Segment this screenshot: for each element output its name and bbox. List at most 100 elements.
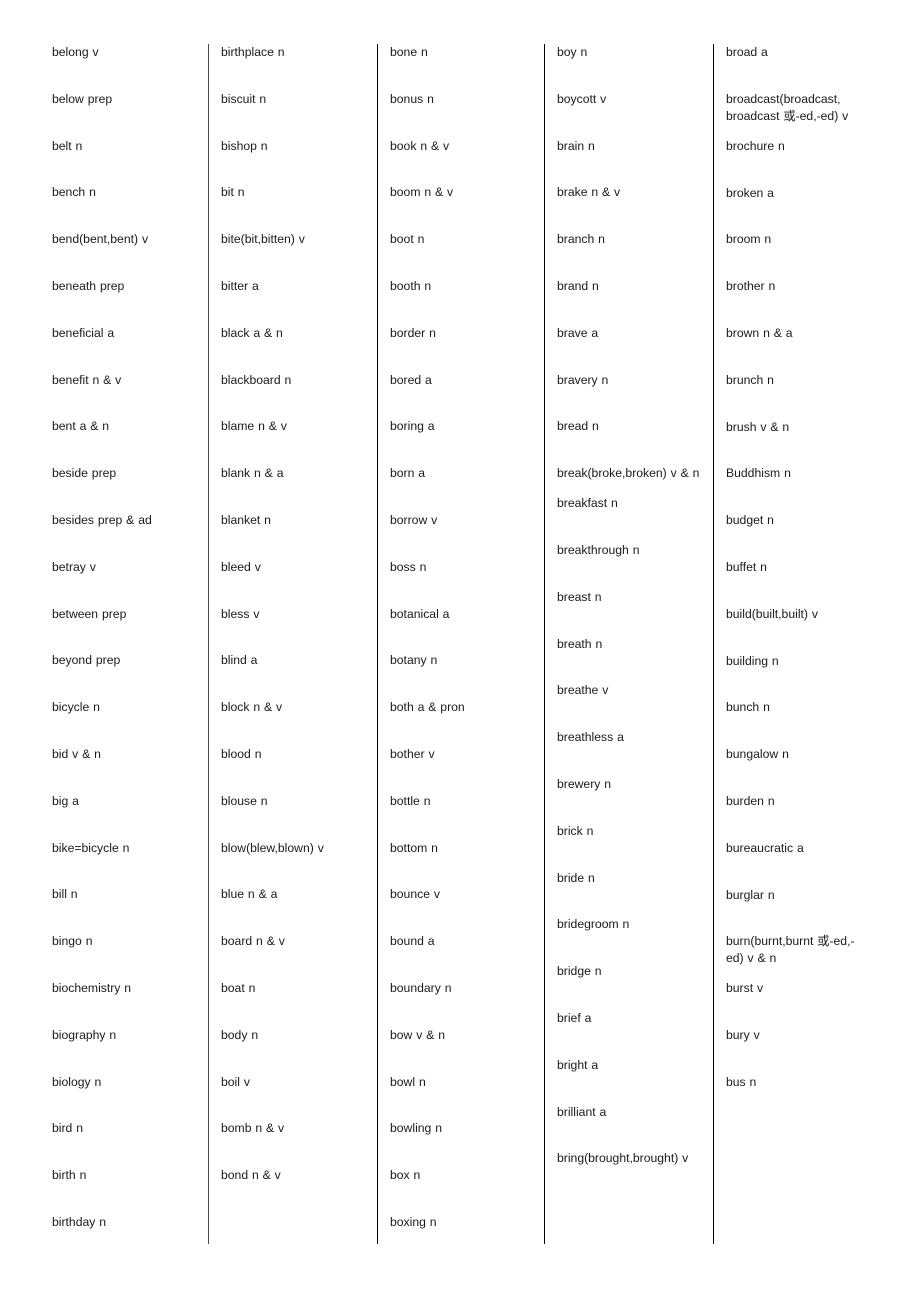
vocabulary-entry: blouse n (221, 793, 268, 808)
vocabulary-entry: bicycle n (52, 700, 100, 715)
vocabulary-entry: board n & v (221, 934, 285, 949)
vocabulary-entry: broadcast(broadcast, broadcast 或-ed,-ed)… (726, 91, 849, 123)
vocabulary-entry: bounce v (390, 887, 440, 902)
vocabulary-entry: bit n (221, 185, 245, 200)
vocabulary-entry: bother v (390, 746, 435, 761)
vocabulary-entry: boycott v (557, 91, 607, 106)
vocabulary-entry: bureaucratic a (726, 840, 804, 855)
vocabulary-entry: boot n (390, 232, 425, 247)
vocabulary-entry: bill n (52, 887, 78, 902)
vocabulary-entry: blood n (221, 746, 262, 761)
vocabulary-entry: brain n (557, 138, 595, 153)
vocabulary-entry: brown n & a (726, 325, 793, 340)
vocabulary-entry: boat n (221, 980, 256, 995)
vocabulary-column-5: broad a broadcast(broadcast, broadcast 或-… (714, 44, 880, 1261)
vocabulary-entry: both a & pron (390, 700, 465, 715)
vocabulary-entry: bread n (557, 419, 599, 434)
vocabulary-entry: biology n (52, 1074, 102, 1089)
vocabulary-entry: bride n (557, 870, 595, 885)
vocabulary-entry: burglar n (726, 887, 775, 902)
vocabulary-entry: bridegroom n (557, 917, 630, 932)
vocabulary-entry: birthday n (52, 1214, 107, 1229)
vocabulary-entry: brick n (557, 823, 594, 838)
vocabulary-table: belong v below prep belt n bench n bend(bent… (40, 44, 880, 1261)
vocabulary-entry: bent a & n (52, 419, 110, 434)
vocabulary-entry: birth n (52, 1168, 87, 1183)
vocabulary-entry: bravery n (557, 372, 609, 387)
vocabulary-entry: boundary n (390, 980, 452, 995)
vocabulary-entry: book n & v (390, 138, 450, 153)
vocabulary-entry: bonus n (390, 91, 434, 106)
vocabulary-entry: broad a (726, 45, 768, 59)
vocabulary-entry: bend(bent,bent) v (52, 232, 149, 247)
vocabulary-entry: breathless a (557, 730, 624, 745)
vocabulary-entry: black a & n (221, 325, 283, 340)
vocabulary-entry: brother n (726, 279, 776, 294)
vocabulary-entry: bike=bicycle n (52, 840, 130, 855)
word-list-3: bone n bonus n book n & v boom n & v boot n b… (378, 44, 544, 1231)
vocabulary-entry: breath n (557, 636, 603, 651)
vocabulary-entry: brake n & v (557, 185, 621, 200)
vocabulary-column-4: boy n boycott v brain n brake n & v branch n… (545, 44, 713, 1261)
vocabulary-entry: bond n & v (221, 1168, 281, 1183)
vocabulary-entry: biochemistry n (52, 980, 132, 995)
vocabulary-entry: bomb n & v (221, 1121, 285, 1136)
vocabulary-entry: burn(burnt,burnt 或-ed,-ed) v & n (726, 934, 855, 966)
vocabulary-entry: blind a (221, 653, 258, 668)
vocabulary-entry: boring a (390, 419, 435, 434)
vocabulary-entry: build(built,built) v (726, 606, 818, 621)
vocabulary-entry: brewery n (557, 776, 612, 791)
vocabulary-entry: bleed v (221, 559, 261, 574)
vocabulary-entry: blanket n (221, 512, 271, 527)
vocabulary-entry: bungalow n (726, 747, 789, 762)
vocabulary-entry: broken a (726, 185, 774, 200)
vocabulary-entry: between prep (52, 606, 127, 621)
vocabulary-entry: brunch n (726, 372, 774, 387)
vocabulary-entry: bunch n (726, 700, 770, 715)
vocabulary-entry: buffet n (726, 559, 767, 574)
vocabulary-entry: bone n (390, 45, 428, 59)
vocabulary-entry: birthplace n (221, 45, 285, 59)
vocabulary-entry: breakthrough n (557, 542, 640, 557)
vocabulary-entry: brush v & n (726, 419, 790, 434)
vocabulary-entry: borrow v (390, 512, 438, 527)
vocabulary-entry: bingo n (52, 934, 93, 949)
vocabulary-entry: bound a (390, 934, 435, 949)
vocabulary-entry: brochure n (726, 138, 785, 153)
vocabulary-entry: block n & v (221, 700, 283, 715)
vocabulary-entry: brilliant a (557, 1104, 607, 1119)
vocabulary-entry: border n (390, 325, 436, 340)
vocabulary-entry: bow v & n (390, 1027, 446, 1042)
vocabulary-entry: besides prep & ad (52, 512, 152, 527)
vocabulary-entry: box n (390, 1168, 421, 1183)
vocabulary-entry: bowl n (390, 1074, 426, 1089)
vocabulary-entry: bright a (557, 1057, 599, 1072)
vocabulary-entry: blank n & a (221, 466, 284, 481)
vocabulary-entry: brief a (557, 1010, 592, 1025)
vocabulary-entry: burst v (726, 981, 764, 996)
vocabulary-entry: body n (221, 1027, 259, 1042)
word-list-1: belong v below prep belt n bench n bend(bent… (40, 44, 208, 1231)
vocabulary-entry: biscuit n (221, 91, 267, 106)
vocabulary-entry: boy n (557, 45, 588, 59)
vocabulary-entry: breathe v (557, 683, 609, 698)
vocabulary-entry: bottom n (390, 840, 438, 855)
vocabulary-entry: building n (726, 653, 779, 668)
vocabulary-entry: bored a (390, 372, 432, 387)
vocabulary-entry: boil v (221, 1074, 250, 1089)
vocabulary-entry: beyond prep (52, 653, 121, 668)
vocabulary-entry: blue n & a (221, 887, 278, 902)
vocabulary-entry: booth n (390, 278, 432, 293)
vocabulary-entry: botanical a (390, 606, 450, 621)
vocabulary-entry: bishop n (221, 138, 268, 153)
vocabulary-entry: budget n (726, 513, 774, 528)
vocabulary-entry: born a (390, 466, 426, 481)
vocabulary-entry: bury v (726, 1028, 760, 1043)
vocabulary-entry: boom n & v (390, 185, 454, 200)
vocabulary-entry: beneficial a (52, 325, 115, 340)
vocabulary-entry: burden n (726, 793, 775, 808)
vocabulary-entry: belt n (52, 138, 83, 153)
word-list-5: broad a broadcast(broadcast, broadcast 或-… (714, 44, 880, 1091)
vocabulary-entry: break(broke,broken) v & n (557, 466, 700, 481)
vocabulary-entry: beside prep (52, 466, 117, 481)
